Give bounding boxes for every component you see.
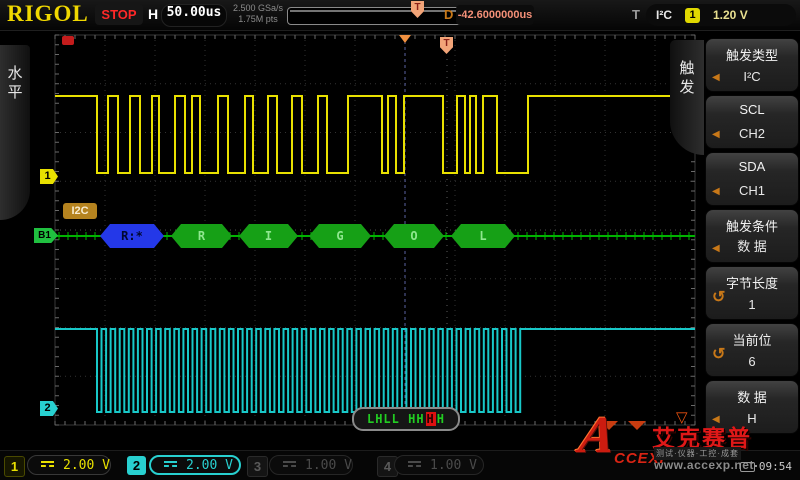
system-clock: 09:54 [740, 460, 792, 473]
channel-scale-value: 1.00 V [430, 458, 477, 473]
oscilloscope-screen: RIGOL STOP H 50.00us 2.500 GSa/s 1.75M p… [0, 0, 800, 480]
channel-scale-value: 1.00 V [305, 458, 352, 473]
channel-scale-value: 2.00 V [186, 458, 233, 473]
tab-horizontal[interactable]: 水平 [0, 45, 30, 220]
menu-item-label: SCL [706, 96, 798, 117]
delay-label: D [444, 7, 453, 22]
trigger-menu: 触发类型◀I²CSCL◀CH2SDA◀CH1触发条件◀数 据字节长度↺1当前位↺… [703, 38, 800, 437]
menu-item-4[interactable]: 触发条件◀数 据 [705, 209, 799, 263]
menu-item-5[interactable]: 字节长度↺1 [705, 266, 799, 320]
top-bar: RIGOL STOP H 50.00us 2.500 GSa/s 1.75M p… [0, 0, 800, 31]
timebase-readout[interactable]: 50.00us [161, 4, 227, 27]
menu-item-label: 触发类型 [706, 39, 798, 64]
acquisition-info: 2.500 GSa/s 1.75M pts [228, 3, 288, 25]
usb-icon [740, 462, 755, 472]
channel-3-badge[interactable]: 3 [247, 456, 268, 477]
dc-coupling-icon [408, 461, 421, 469]
dc-coupling-icon [41, 461, 54, 469]
menu-item-1[interactable]: 触发类型◀I²C [705, 38, 799, 92]
trigger-type-readout: I²C [656, 8, 672, 22]
menu-item-value: I²C [706, 69, 798, 84]
trigger-level-readout: 1.20 V [713, 8, 748, 22]
menu-item-label: SDA [706, 153, 798, 174]
memory-depth: 1.75M pts [228, 14, 288, 25]
watermark-logo-a: A [576, 406, 619, 465]
clock-value: 09:54 [759, 460, 792, 473]
tab-trigger[interactable]: 触发 [670, 40, 704, 155]
channel-scale-value: 2.00 V [63, 458, 110, 473]
dc-coupling-icon [283, 461, 296, 469]
menu-item-3[interactable]: SDA◀CH1 [705, 152, 799, 206]
menu-item-6[interactable]: 当前位↺6 [705, 323, 799, 377]
menu-item-label: 数 据 [706, 381, 798, 406]
sample-rate: 2.500 GSa/s [228, 3, 288, 14]
rigol-logo: RIGOL [7, 1, 89, 27]
channel-2-badge[interactable]: 2 [127, 456, 146, 475]
run-state-indicator: STOP [95, 4, 143, 25]
menu-item-value: 数 据 [706, 236, 798, 255]
trigger-source-badge: 1 [685, 8, 700, 23]
menu-item-value: 6 [706, 354, 798, 369]
channel-2-scale[interactable]: 2.00 V [149, 455, 241, 475]
menu-item-label: 触发条件 [706, 210, 798, 235]
channel-1-scale[interactable]: 2.00 V [27, 455, 111, 475]
menu-item-value: CH2 [706, 126, 798, 141]
channel-3-scale[interactable]: 1.00 V [269, 455, 353, 475]
trigger-status-box[interactable]: I²C 1 1.20 V [646, 4, 796, 26]
channel-4-scale[interactable]: 1.00 V [394, 455, 484, 475]
channel-1-badge[interactable]: 1 [4, 456, 25, 477]
dc-coupling-icon [164, 461, 177, 469]
menu-item-value: 1 [706, 297, 798, 312]
tab-horizontal-label: 水平 [7, 45, 23, 103]
trigger-label: T [632, 7, 640, 22]
tab-trigger-label: 触发 [679, 40, 695, 98]
horizontal-label: H [148, 6, 158, 22]
trigger-delay-readout[interactable]: -42.6000000us [456, 5, 534, 25]
menu-item-2[interactable]: SCL◀CH2 [705, 95, 799, 149]
menu-item-value: CH1 [706, 183, 798, 198]
